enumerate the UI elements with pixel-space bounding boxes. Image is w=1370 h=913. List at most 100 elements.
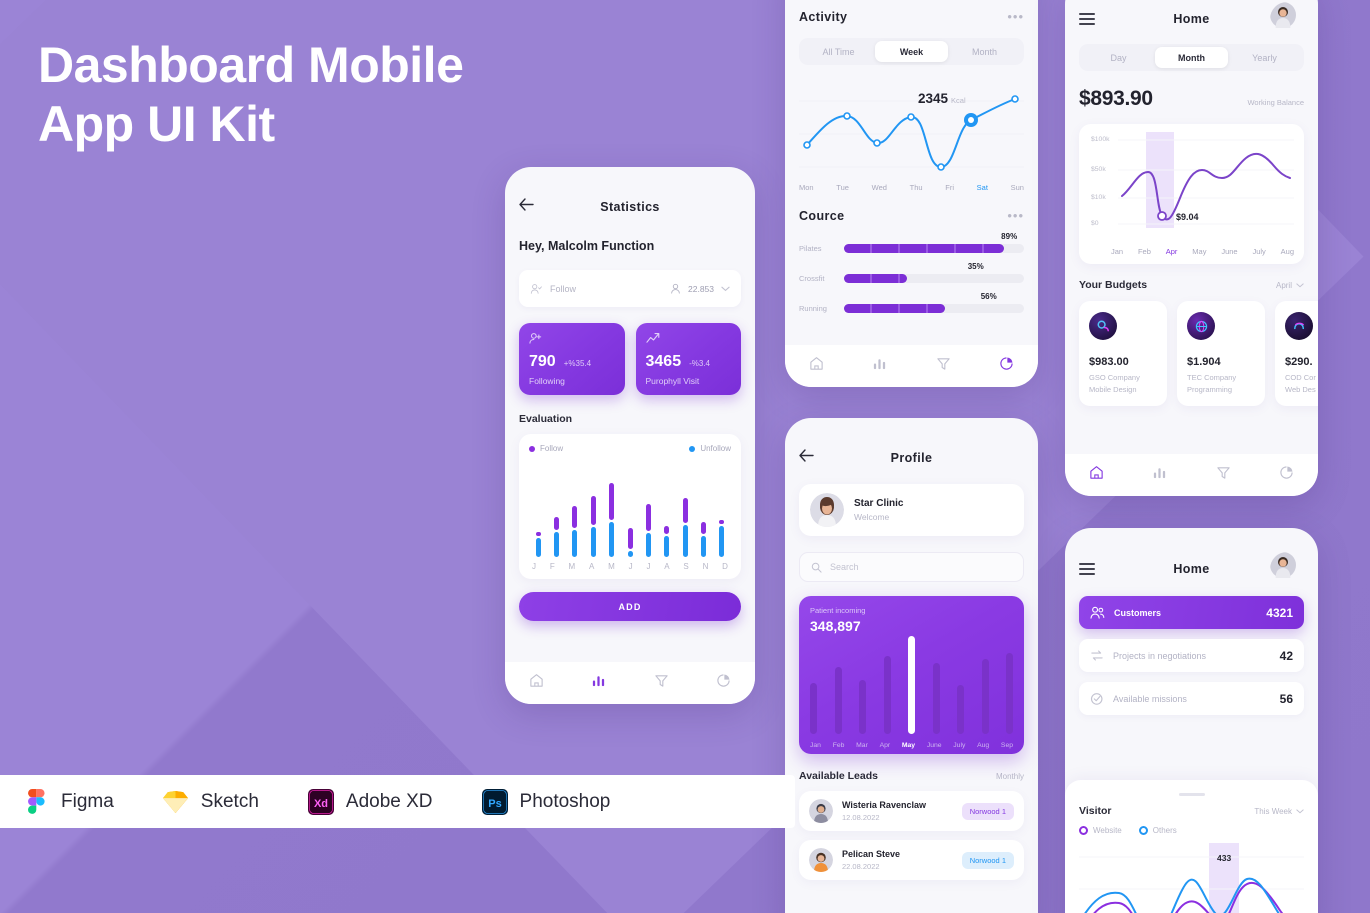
hamburger-icon[interactable] [1079, 13, 1095, 25]
nav-pie-chart-icon[interactable] [999, 356, 1014, 376]
tool-adobe-xd[interactable]: Xd Adobe XD [307, 788, 433, 816]
available-leads-period[interactable]: Monthly [996, 772, 1024, 781]
nav-bar-chart-icon[interactable] [872, 356, 887, 376]
x-tick-label: Sep [1000, 742, 1013, 749]
avatar [809, 799, 833, 823]
svg-text:Xd: Xd [314, 798, 328, 810]
course-header: Cource ••• [799, 209, 1024, 223]
budget-card[interactable]: $1.904 TEC Company Programming [1177, 301, 1265, 406]
phone-statistics-screen: Statistics Hey, Malcolm Function Follow … [505, 167, 755, 704]
segment-week[interactable]: Week [875, 41, 948, 62]
balance-line-chart-card: $100k $50k $10k $0 $9.04 Jan Feb Apr May Jun… [1079, 124, 1304, 264]
segment-yearly[interactable]: Yearly [1228, 47, 1301, 68]
avatar[interactable] [1270, 552, 1304, 586]
x-tick-label: N [702, 562, 709, 571]
nav-bar-chart-icon[interactable] [591, 673, 606, 693]
budget-amount: $983.00 [1089, 356, 1129, 368]
sheet-grabber[interactable] [1178, 793, 1205, 796]
tool-sketch[interactable]: Sketch [162, 788, 259, 816]
nav-home-icon[interactable] [1089, 465, 1104, 485]
list-item[interactable]: Wisteria Ravenclaw 12.08.2022 Norwood 1 [799, 791, 1024, 831]
kpi-projects-in-negotiations[interactable]: Projects in negotiations 42 [1079, 639, 1304, 672]
stat-card-following[interactable]: 790 +%35.4 Following [519, 323, 625, 395]
legend-label-unfollow: Unfollow [700, 444, 731, 453]
profile-name: Star Clinic [854, 498, 904, 509]
user-add-icon [529, 333, 542, 344]
back-arrow-icon[interactable] [519, 198, 534, 216]
sketch-logo-icon [162, 788, 190, 816]
balance-x-labels: Jan Feb Apr May June July Aug [1111, 247, 1294, 256]
visitor-line-chart: 433 [1079, 843, 1304, 913]
statistics-title: Statistics [600, 200, 660, 214]
segment-day[interactable]: Day [1082, 47, 1155, 68]
segment-all-time[interactable]: All Time [802, 41, 875, 62]
nav-home-icon[interactable] [529, 673, 544, 693]
progress-track [844, 274, 1024, 283]
kpi-customers[interactable]: Customers 4321 [1079, 596, 1304, 629]
x-tick-label: Feb [1137, 247, 1151, 256]
nav-home-icon[interactable] [809, 356, 824, 376]
x-tick-label: J [532, 562, 536, 571]
budget-company: TEC Company [1187, 373, 1237, 382]
check-circle-icon [1090, 692, 1103, 705]
nav-funnel-icon[interactable] [936, 356, 951, 376]
budget-role: Web Des [1285, 385, 1316, 394]
x-tick-label: Mar [856, 742, 868, 749]
bar-unfollow [609, 522, 615, 557]
phone-profile-screen: Profile Star Clinic Welcome Search Patie… [785, 418, 1038, 913]
tool-label: Sketch [200, 790, 259, 812]
hamburger-icon[interactable] [1079, 563, 1095, 575]
budget-card[interactable]: $983.00 GSO Company Mobile Design [1079, 301, 1167, 406]
tool-figma[interactable]: Figma [22, 788, 114, 816]
tool-label: Adobe XD [345, 790, 433, 812]
segment-month[interactable]: Month [948, 41, 1021, 62]
x-tick-label: J [628, 562, 633, 571]
nav-pie-chart-icon[interactable] [1279, 465, 1294, 485]
x-tick-label: July [953, 742, 966, 749]
design-tools-bar: Figma Sketch Xd Adobe XD Ps Photoshop [0, 775, 795, 828]
x-tick-label: May [1192, 247, 1207, 256]
segment-month[interactable]: Month [1155, 47, 1228, 68]
activity-title: Activity [799, 10, 848, 24]
x-tick-label: S [683, 562, 689, 571]
available-leads-title: Available Leads [799, 770, 878, 782]
add-button[interactable]: ADD [519, 592, 741, 621]
bar-unfollow [682, 524, 688, 557]
x-tick-label: Fri [945, 183, 954, 192]
budgets-period-label: April [1275, 280, 1292, 290]
headline-line-1: Dashboard Mobile [38, 37, 464, 93]
progress-track [844, 304, 1024, 313]
nav-funnel-icon[interactable] [1216, 465, 1231, 485]
kpi-value: 4321 [1266, 605, 1293, 620]
budget-cards-row: $983.00 GSO Company Mobile Design $1.904… [1079, 301, 1318, 406]
balance-row: $893.90 Working Balance [1079, 87, 1304, 111]
list-item[interactable]: Pelican Steve 22.08.2022 Norwood 1 [799, 840, 1024, 880]
visitor-bottom-sheet: Visitor This Week Website Others 433 [1065, 780, 1318, 913]
x-tick-label: July [1252, 247, 1266, 256]
budget-logo-icon [1285, 312, 1313, 340]
follow-selector-row[interactable]: Follow 22.853 [519, 270, 741, 307]
tool-photoshop[interactable]: Ps Photoshop [481, 788, 610, 816]
bottom-navigation [785, 345, 1038, 387]
nav-pie-chart-icon[interactable] [716, 673, 731, 693]
back-arrow-icon[interactable] [799, 449, 814, 467]
course-row: 35% Crossfit [799, 262, 1024, 283]
bar-follow [590, 495, 596, 526]
kpi-available-missions[interactable]: Available missions 56 [1079, 682, 1304, 715]
visitor-period-dropdown[interactable]: This Week [1254, 807, 1304, 816]
patient-bar [957, 685, 964, 734]
search-input[interactable]: Search [799, 552, 1024, 582]
nav-funnel-icon[interactable] [654, 673, 669, 693]
more-horizontal-icon[interactable]: ••• [1007, 209, 1024, 222]
budgets-period-dropdown[interactable]: April [1276, 281, 1304, 290]
nav-bar-chart-icon[interactable] [1152, 465, 1167, 485]
avatar[interactable] [1270, 2, 1304, 36]
budget-card[interactable]: $290. COD Cor Web Des [1275, 301, 1318, 406]
home-title: Home [1173, 562, 1210, 576]
visitor-tooltip: 433 [1217, 853, 1232, 863]
more-horizontal-icon[interactable]: ••• [1007, 10, 1024, 23]
profile-user-card[interactable]: Star Clinic Welcome [799, 484, 1024, 536]
stat-card-purophyll-visit[interactable]: 3465 -%3.4 Purophyll Visit [635, 323, 741, 395]
stat-delta: +%35.4 [563, 359, 592, 368]
legend-item-others: Others [1138, 826, 1177, 835]
